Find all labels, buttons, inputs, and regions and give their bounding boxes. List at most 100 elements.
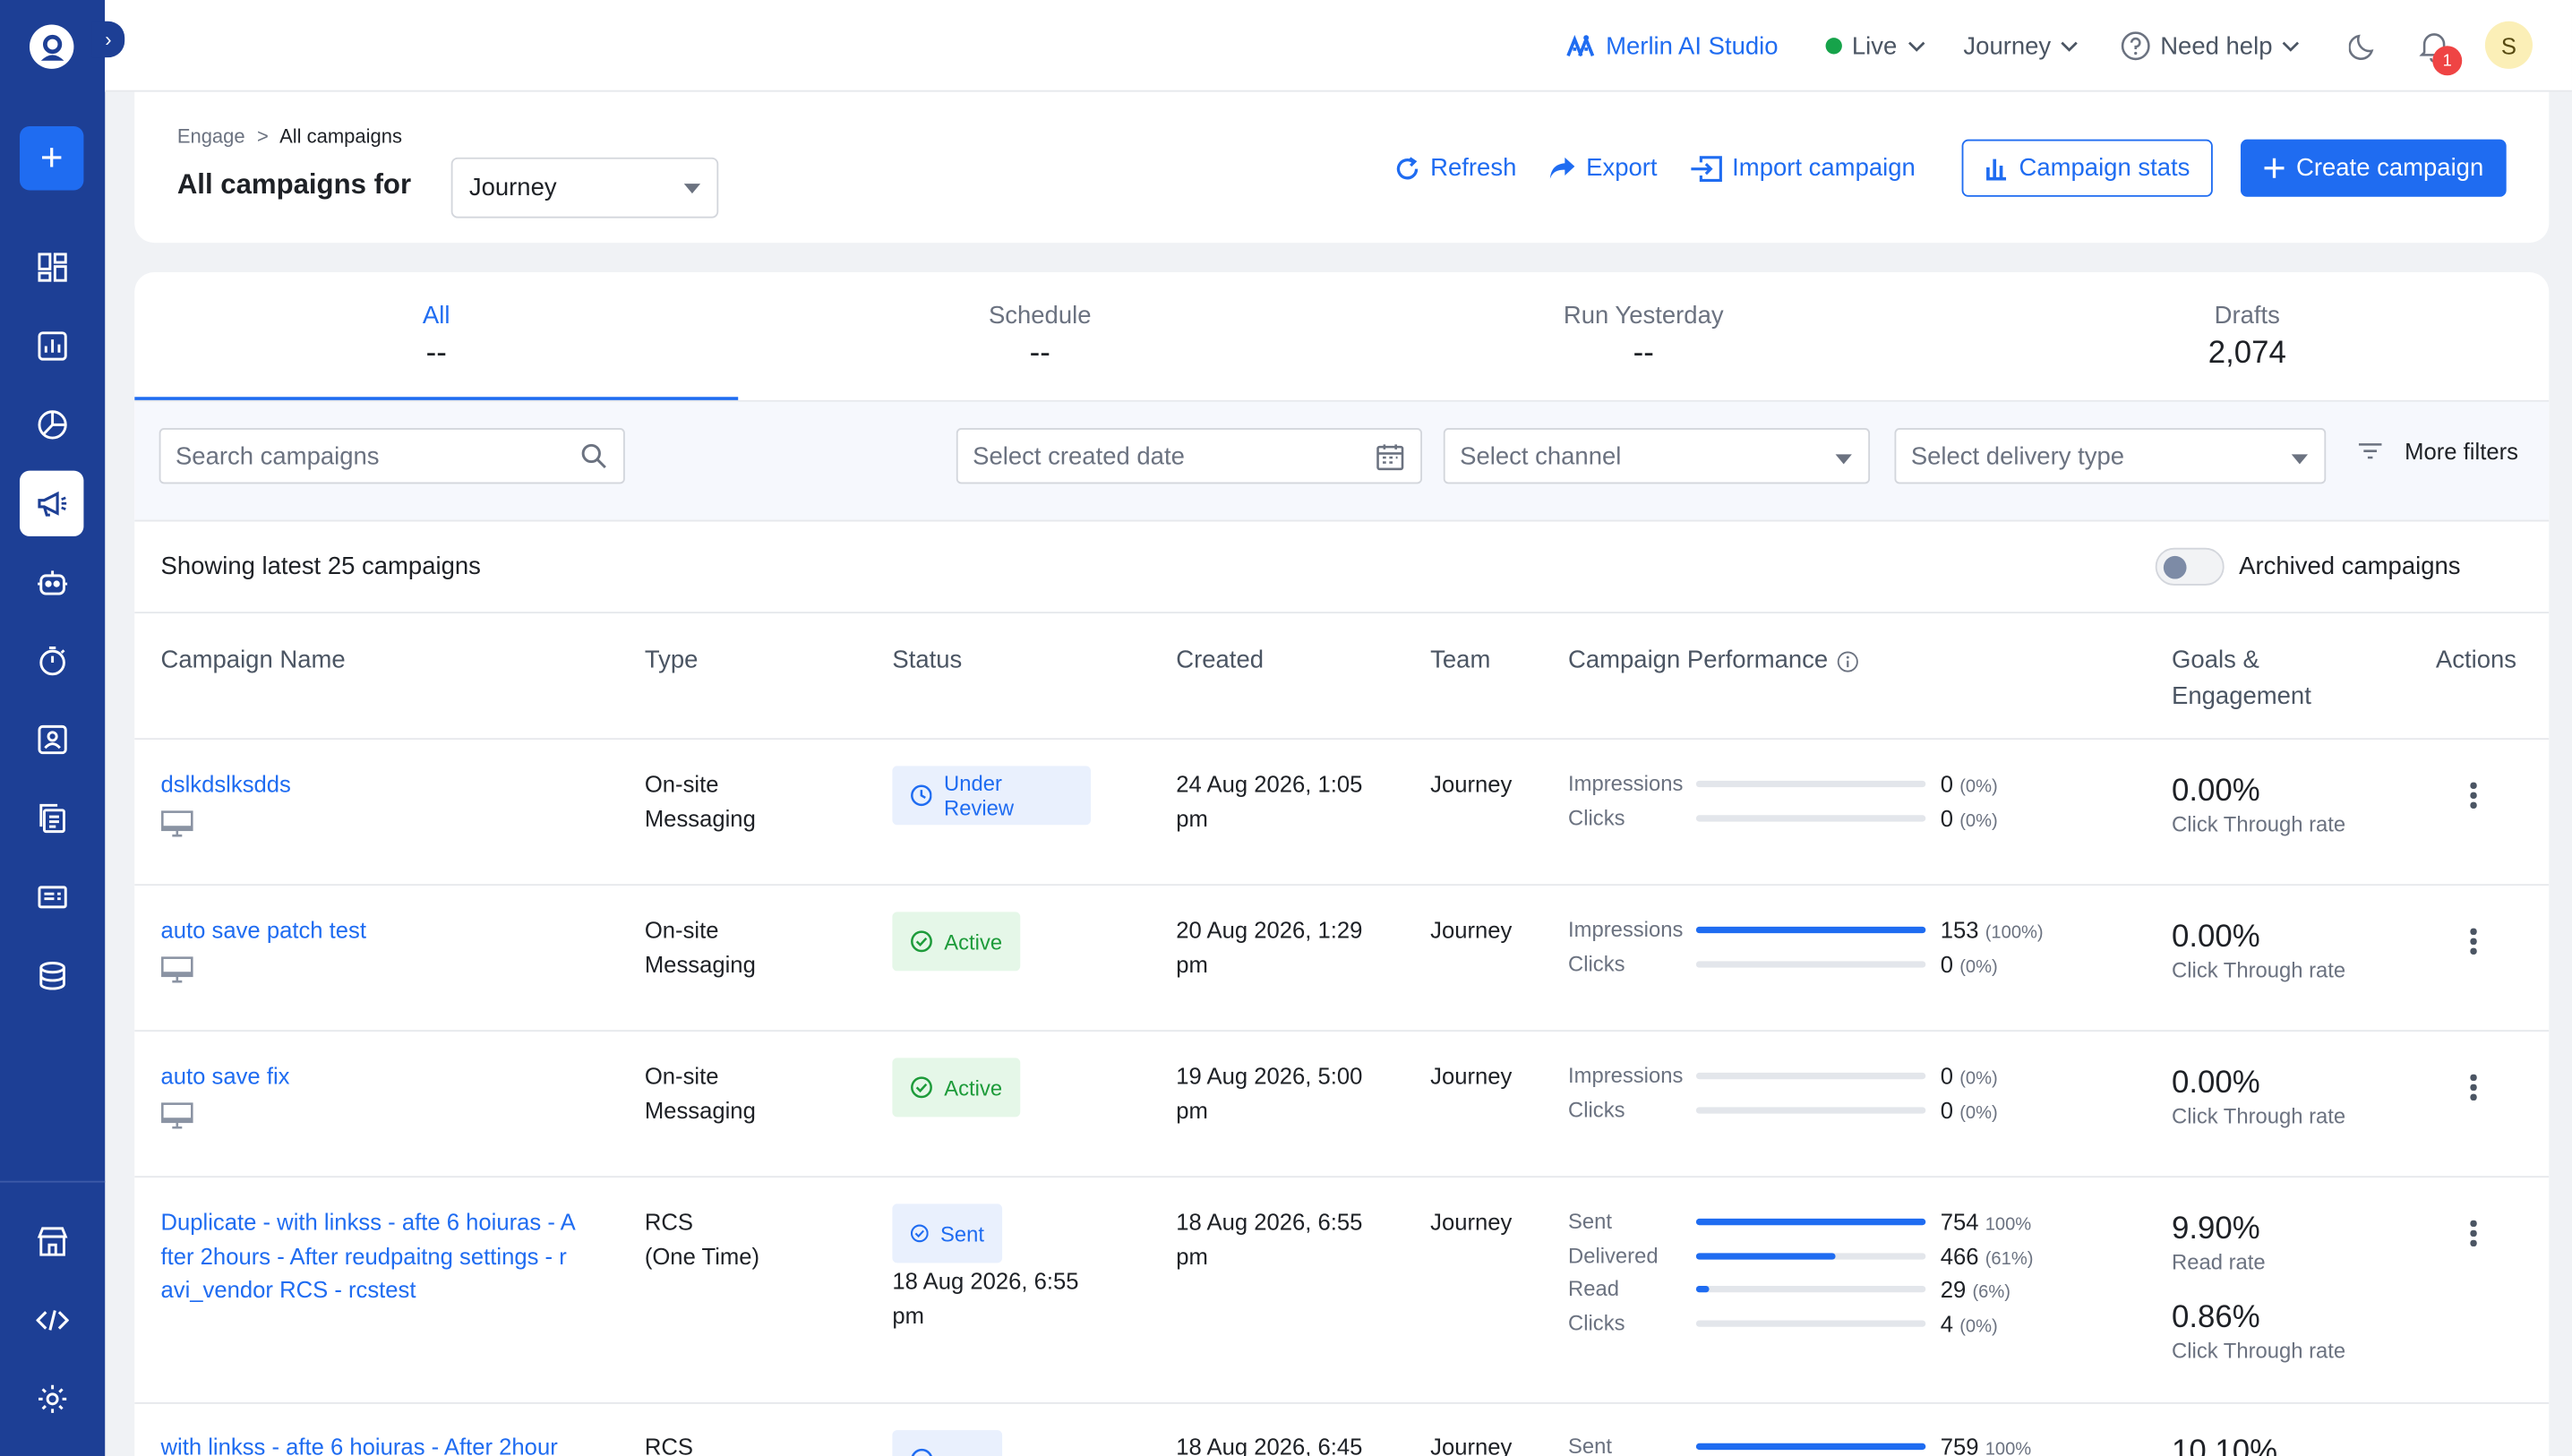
created-date: 19 Aug 2026, 5:00 pm <box>1176 1059 1362 1126</box>
goals: 0.00% Click Through rate <box>2172 919 2345 984</box>
row-actions-kebab-icon[interactable] <box>2470 928 2480 958</box>
tab-drafts[interactable]: Drafts 2,074 <box>1945 272 2549 400</box>
channel-select[interactable]: Select channel <box>1443 428 1871 484</box>
tab-all-label: All <box>422 302 450 330</box>
metric-bar <box>1695 1443 1926 1451</box>
more-filters-button[interactable]: More filters <box>2358 438 2518 464</box>
goals: 0.00% Click Through rate <box>2172 773 2345 838</box>
breadcrumb: Engage > All campaigns <box>177 124 402 148</box>
sidebar-item-documents-icon[interactable] <box>20 785 83 851</box>
create-campaign-button[interactable]: Create campaign <box>2240 139 2507 197</box>
delivery-placeholder: Select delivery type <box>1910 442 2125 471</box>
metric-label: Sent <box>1568 1433 1613 1456</box>
tab-run-yesterday[interactable]: Run Yesterday -- <box>1342 272 1945 400</box>
campaign-name-link[interactable]: auto save fix <box>160 1059 289 1093</box>
status-badge: Under Review <box>892 766 1092 826</box>
campaign-type: On-site Messaging <box>645 767 756 835</box>
status-label: Active <box>944 929 1003 955</box>
table-row: auto save fix On-site Messaging Active 19… <box>134 1032 2550 1178</box>
sidebar-item-settings-gear-icon[interactable] <box>20 1366 83 1432</box>
status-label: Active <box>944 1075 1003 1101</box>
campaign-name-link[interactable]: dslkdslksdds <box>160 767 290 801</box>
sidebar-item-dashboard-icon[interactable] <box>20 235 83 300</box>
team-label: Journey <box>1963 31 2052 60</box>
campaign-name-link[interactable]: with linkss - afte 6 hoiuras - After 2ho… <box>160 1430 557 1456</box>
goal-value: 10.10% <box>2172 1435 2278 1456</box>
check-circle-icon <box>911 1448 932 1456</box>
created-line1: 18 Aug 2026, 6:55 <box>1176 1208 1363 1236</box>
tab-all[interactable]: All -- <box>134 272 739 400</box>
row-actions-kebab-icon[interactable] <box>2470 1220 2480 1250</box>
help-dropdown[interactable]: Need help <box>2121 0 2300 92</box>
metric-percent: 100% <box>1985 1215 2032 1236</box>
campaign-stats-button[interactable]: Campaign stats <box>1961 139 2213 197</box>
metric-bar <box>1695 1319 1926 1326</box>
sidebar-add-button[interactable]: + <box>19 126 84 191</box>
campaign-name-line2: fter 2hours - After reudpaitng settings … <box>160 1242 567 1269</box>
team-dropdown[interactable]: Journey <box>1963 0 2079 92</box>
sidebar-item-templates-icon[interactable] <box>20 864 83 929</box>
create-campaign-label: Create campaign <box>2296 154 2484 183</box>
import-campaign-button[interactable]: Import campaign <box>1690 154 1916 182</box>
metric-bar <box>1695 1218 1926 1226</box>
sidebar-item-contacts-icon[interactable] <box>20 707 83 772</box>
campaign-type: On-site Messaging <box>645 1059 756 1126</box>
breadcrumb-engage-link[interactable]: Engage <box>177 124 245 148</box>
search-input[interactable]: Search campaigns <box>159 428 625 484</box>
env-dropdown[interactable]: Live <box>1825 0 1925 92</box>
delivery-type-select[interactable]: Select delivery type <box>1894 428 2327 484</box>
sidebar-item-database-icon[interactable] <box>20 943 83 1008</box>
merlin-ai-studio-link[interactable]: Merlin AI Studio <box>1566 0 1779 92</box>
col-campaign-name: Campaign Name <box>160 646 346 674</box>
type-line1: On-site <box>644 770 719 798</box>
table-row: with linkss - afte 6 hoiuras - After 2ho… <box>134 1404 2549 1456</box>
page-header: Engage > All campaigns All campaigns for… <box>134 91 2550 244</box>
metric-number: 153 <box>1940 916 1979 944</box>
created-line1: 24 Aug 2026, 1:05 <box>1176 770 1363 798</box>
metric-percent: (0%) <box>1959 1069 1998 1090</box>
merlin-icon <box>1566 35 1595 56</box>
export-button[interactable]: Export <box>1548 154 1658 182</box>
sidebar-item-store-icon[interactable] <box>20 1209 83 1274</box>
user-avatar[interactable]: S <box>2484 21 2533 69</box>
metric-percent: (0%) <box>1959 810 1998 831</box>
showing-count-text: Showing latest 25 campaigns <box>160 552 481 581</box>
desktop-monitor-icon <box>161 956 193 983</box>
row-actions-kebab-icon[interactable] <box>2470 782 2480 812</box>
created-date: 24 Aug 2026, 1:05 pm <box>1176 767 1362 835</box>
campaign-name-link[interactable]: auto save patch test <box>160 913 366 947</box>
tab-all-count: -- <box>425 336 447 371</box>
sidebar-collapse-chevron-icon[interactable]: › <box>91 21 125 58</box>
sidebar-item-bot-icon[interactable] <box>20 550 83 615</box>
tab-schedule[interactable]: Schedule -- <box>738 272 1342 400</box>
metric-label: Delivered <box>1568 1242 1659 1267</box>
sidebar-item-pie-chart-icon[interactable] <box>20 392 83 458</box>
sidebar-item-campaigns-megaphone-icon[interactable] <box>19 470 84 536</box>
created-date: 18 Aug 2026, 6:55 pm <box>1176 1205 1362 1272</box>
status-label: Under Review <box>944 770 1015 820</box>
metric-label: Clicks <box>1568 1096 1625 1121</box>
dark-mode-moon-icon[interactable] <box>2348 0 2379 92</box>
status-label: Sent <box>939 1220 984 1246</box>
status-badge: Active <box>892 1058 1021 1118</box>
archived-campaigns-toggle[interactable] <box>2155 547 2225 586</box>
sidebar-item-timer-icon[interactable] <box>20 629 83 694</box>
top-bar: Merlin AI Studio Live Journey Need help <box>105 0 2572 92</box>
check-circle-icon <box>911 1076 932 1099</box>
live-status-dot-icon <box>1825 38 1842 55</box>
metric-value: 759 100% <box>1941 1430 2031 1456</box>
refresh-label: Refresh <box>1430 154 1517 183</box>
metric-value: 0 (0%) <box>1941 1093 1998 1129</box>
sidebar-item-code-icon[interactable] <box>20 1288 83 1353</box>
row-actions-kebab-icon[interactable] <box>2470 1074 2480 1104</box>
metric-number: 0 <box>1940 804 1954 831</box>
app-logo-icon[interactable] <box>29 24 74 69</box>
created-date-picker[interactable]: Select created date <box>956 428 1422 484</box>
refresh-button[interactable]: Refresh <box>1394 154 1517 183</box>
info-icon[interactable] <box>1838 650 1859 672</box>
env-label: Live <box>1851 31 1898 60</box>
metric-value: 0 (0%) <box>1941 1059 1998 1095</box>
team-select[interactable]: Journey <box>450 157 719 218</box>
campaign-name-link[interactable]: Duplicate - with linkss - afte 6 hoiuras… <box>160 1205 575 1306</box>
sidebar-item-analytics-icon[interactable] <box>20 313 83 379</box>
